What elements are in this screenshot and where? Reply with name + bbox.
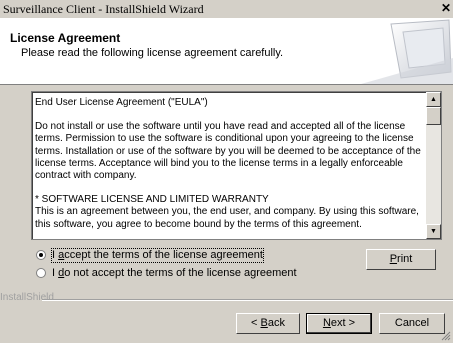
license-line: * SOFTWARE LICENSE AND LIMITED WARRANTY xyxy=(35,194,269,206)
license-line: This is an agreement between you, the en… xyxy=(35,206,419,230)
back-button[interactable]: < Back xyxy=(236,313,300,334)
page-title: License Agreement xyxy=(10,31,121,45)
license-blank xyxy=(35,182,421,194)
footer-divider xyxy=(42,299,453,301)
print-button[interactable]: Print xyxy=(366,249,436,270)
license-blank xyxy=(35,109,421,121)
accept-label[interactable]: I accept the terms of the license agreem… xyxy=(51,248,264,263)
license-scrollbar[interactable]: ▲ ▼ xyxy=(426,92,441,239)
license-text: End User License Agreement ("EULA") Do n… xyxy=(35,97,421,231)
scroll-thumb[interactable] xyxy=(426,107,441,125)
page-subtitle: Please read the following license agreem… xyxy=(21,47,284,59)
close-icon[interactable]: ✕ xyxy=(439,1,453,16)
installshield-brand: InstallShield xyxy=(0,292,54,303)
scroll-down-arrow-icon[interactable]: ▼ xyxy=(426,224,441,239)
next-button[interactable]: Next > xyxy=(306,313,372,334)
decline-radio[interactable] xyxy=(36,268,46,278)
title-bar[interactable]: Surveillance Client - InstallShield Wiza… xyxy=(0,0,453,18)
cancel-button[interactable]: Cancel xyxy=(379,313,445,334)
decline-label[interactable]: I do not accept the terms of the license… xyxy=(52,267,297,280)
license-line: Do not install or use the software until… xyxy=(35,121,421,182)
license-text-box[interactable]: End User License Agreement ("EULA") Do n… xyxy=(31,91,442,240)
wizard-header: License Agreement Please read the follow… xyxy=(0,18,453,85)
computer-graphic-icon xyxy=(361,19,453,84)
resize-grip-icon[interactable] xyxy=(441,331,451,341)
scroll-up-arrow-icon[interactable]: ▲ xyxy=(426,92,441,107)
window-title: Surveillance Client - InstallShield Wiza… xyxy=(3,2,204,16)
accept-radio[interactable] xyxy=(36,250,46,260)
license-line: End User License Agreement ("EULA") xyxy=(35,97,208,108)
installer-window: Surveillance Client - InstallShield Wiza… xyxy=(0,0,453,343)
